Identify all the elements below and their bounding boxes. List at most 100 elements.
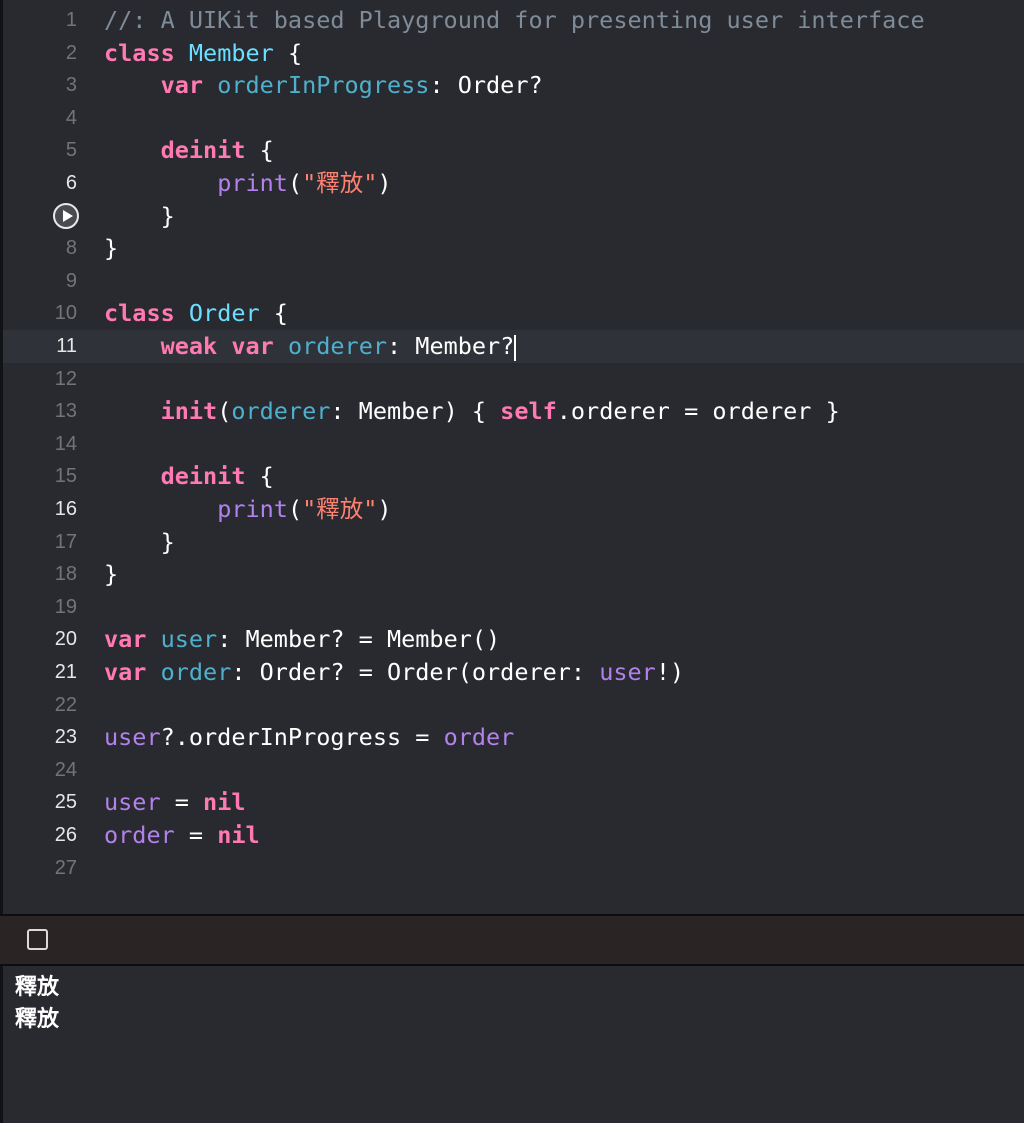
- code-text[interactable]: print("釋放"): [104, 493, 391, 526]
- code-token-plain: (: [287, 169, 303, 197]
- hide-debug-area-checkbox-icon[interactable]: [27, 929, 48, 950]
- code-text[interactable]: weak var orderer: Member?: [104, 330, 517, 363]
- code-text[interactable]: }: [104, 558, 118, 591]
- code-line[interactable]: 27: [3, 852, 1024, 885]
- code-line[interactable]: 23 user?.orderInProgress = order: [3, 721, 1024, 754]
- code-line[interactable]: 12: [3, 363, 1024, 396]
- code-text[interactable]: deinit {: [104, 460, 274, 493]
- line-number[interactable]: 25: [3, 786, 81, 819]
- code-text[interactable]: init(orderer: Member) { self.orderer = o…: [104, 395, 840, 428]
- code-line[interactable]: 9: [3, 265, 1024, 298]
- line-number[interactable]: 19: [3, 591, 81, 624]
- line-number[interactable]: 3: [3, 69, 81, 102]
- console-output-area[interactable]: 釋放 釋放: [0, 966, 1024, 1123]
- line-number[interactable]: 24: [3, 754, 81, 787]
- code-line[interactable]: 11 weak var orderer: Member?: [3, 330, 1024, 363]
- line-number[interactable]: 5: [3, 134, 81, 167]
- code-text[interactable]: deinit {: [104, 134, 274, 167]
- line-number[interactable]: 10: [3, 297, 81, 330]
- line-number[interactable]: 27: [3, 852, 81, 885]
- code-token-plain: : Member) {: [330, 397, 501, 426]
- code-token-keyword: var: [104, 658, 147, 686]
- code-line[interactable]: 22: [3, 689, 1024, 722]
- code-line[interactable]: 15 deinit {: [3, 460, 1024, 493]
- code-text[interactable]: class Member {: [104, 37, 302, 70]
- code-line[interactable]: 17 }: [3, 526, 1024, 559]
- code-text[interactable]: var orderInProgress: Order?: [104, 69, 543, 102]
- code-line[interactable]: 10 class Order {: [3, 297, 1024, 330]
- code-token-keyword: deinit: [160, 462, 246, 491]
- code-text[interactable]: //: A UIKit based Playground for present…: [104, 4, 925, 37]
- code-line[interactable]: 26 order = nil: [3, 819, 1024, 852]
- code-text[interactable]: }: [104, 232, 118, 265]
- code-text[interactable]: }: [104, 200, 175, 233]
- code-line[interactable]: 20 var user: Member? = Member(): [3, 623, 1024, 656]
- line-number[interactable]: 15: [3, 460, 81, 493]
- line-number[interactable]: 14: [3, 428, 81, 461]
- code-line[interactable]: 25 user = nil: [3, 786, 1024, 819]
- code-line[interactable]: 2 class Member {: [3, 37, 1024, 70]
- code-token-keyword: class: [104, 299, 175, 328]
- line-number[interactable]: 1: [3, 4, 81, 37]
- code-line[interactable]: }: [3, 200, 1024, 233]
- line-number[interactable]: 22: [3, 689, 81, 722]
- line-number[interactable]: 23: [3, 721, 81, 754]
- line-number[interactable]: 26: [3, 819, 81, 852]
- line-number[interactable]: 12: [3, 363, 81, 396]
- code-token-plain: {: [245, 462, 274, 491]
- line-number[interactable]: 18: [3, 558, 81, 591]
- code-token-plain: }: [104, 234, 119, 263]
- code-line[interactable]: 5 deinit {: [3, 134, 1024, 167]
- line-number[interactable]: 16: [3, 493, 81, 526]
- code-line[interactable]: 18}: [3, 558, 1024, 591]
- line-number[interactable]: 9: [3, 265, 81, 298]
- code-line[interactable]: 3 var orderInProgress: Order?: [3, 69, 1024, 102]
- code-text[interactable]: user?.orderInProgress = order: [104, 721, 514, 754]
- code-line[interactable]: 1 //: A UIKit based Playground for presen…: [3, 4, 1024, 37]
- line-number[interactable]: 4: [3, 102, 81, 135]
- code-token-property: orderer: [231, 397, 331, 426]
- code-token-plain: !): [655, 658, 685, 686]
- code-line[interactable]: 21 var order: Order? = Order(orderer: use…: [3, 656, 1024, 689]
- code-token-keyword: var: [104, 625, 147, 654]
- code-token-other: print: [217, 495, 288, 523]
- code-text[interactable]: }: [104, 526, 175, 559]
- code-line[interactable]: 14: [3, 428, 1024, 461]
- code-token-property: orderer: [287, 332, 387, 360]
- line-number[interactable]: 2: [3, 37, 81, 70]
- code-text[interactable]: user = nil: [104, 786, 246, 819]
- code-line[interactable]: 24: [3, 754, 1024, 787]
- code-token-property: user: [160, 625, 218, 654]
- code-text[interactable]: var order: Order? = Order(orderer: user!…: [104, 656, 684, 689]
- line-number[interactable]: 21: [3, 656, 81, 689]
- code-line[interactable]: 4: [3, 102, 1024, 135]
- line-number[interactable]: 8: [3, 232, 81, 265]
- code-text[interactable]: var user: Member? = Member(): [104, 623, 500, 656]
- run-to-line-play-icon[interactable]: [53, 202, 79, 229]
- code-text[interactable]: class Order {: [104, 297, 288, 330]
- line-number[interactable]: 17: [3, 526, 81, 559]
- code-line[interactable]: 13 init(orderer: Member) { self.orderer …: [3, 395, 1024, 428]
- code-token-plain: .orderer = orderer }: [556, 397, 840, 426]
- line-number[interactable]: 13: [3, 395, 81, 428]
- code-token-other: user: [104, 788, 161, 817]
- code-token-plain: =: [160, 788, 204, 817]
- code-line[interactable]: 6 print("釋放"): [3, 167, 1024, 200]
- line-number[interactable]: 6: [3, 167, 81, 200]
- code-token-plain: : Member? = Member(): [217, 625, 501, 654]
- line-number[interactable]: 11: [3, 330, 81, 363]
- code-text[interactable]: order = nil: [104, 819, 260, 852]
- code-token-other: order: [443, 723, 515, 752]
- line-number[interactable]: 20: [3, 623, 81, 656]
- code-line[interactable]: 16 print("釋放"): [3, 493, 1024, 526]
- code-token-plain: : Member?: [387, 332, 515, 360]
- code-editor[interactable]: 1 //: A UIKit based Playground for presen…: [0, 0, 1024, 914]
- code-text[interactable]: print("釋放"): [104, 167, 391, 200]
- code-line[interactable]: 19: [3, 591, 1024, 624]
- code-line[interactable]: 8}: [3, 232, 1024, 265]
